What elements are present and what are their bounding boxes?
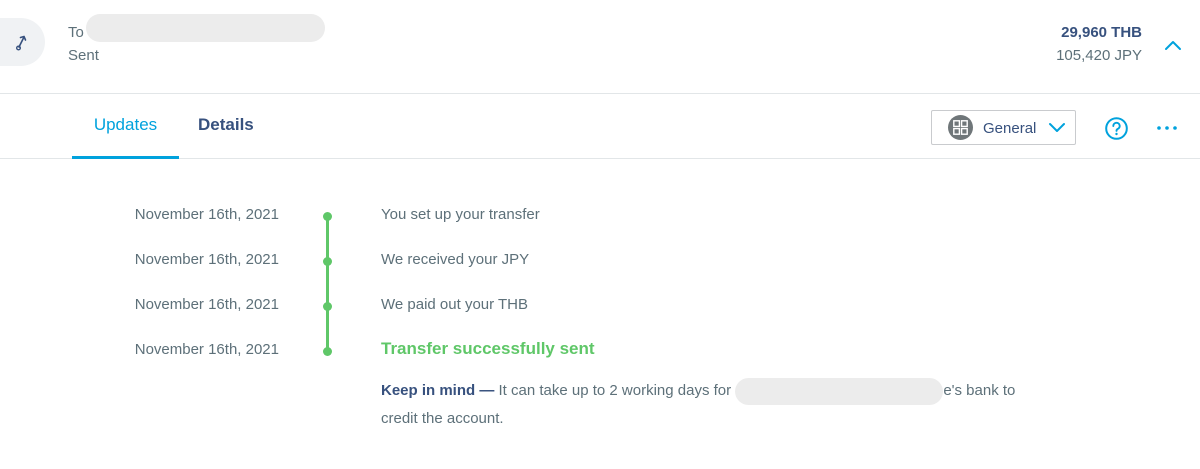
redacted-recipient-name	[86, 14, 325, 42]
note-text: It can take up to 2 working days for	[498, 382, 732, 399]
chevron-up-icon	[1165, 41, 1181, 50]
help-circle-icon	[1105, 117, 1128, 140]
step-text: You set up your transfer	[381, 206, 540, 223]
timeline-step: November 16th, 2021 Transfer successfull…	[0, 339, 1200, 365]
amount-sent: 105,420 JPY	[1056, 47, 1142, 64]
arrow-up-right-icon	[16, 35, 27, 51]
amount-received: 29,960 THB	[1061, 24, 1142, 41]
chevron-down-icon	[1049, 123, 1065, 132]
step-text: We received your JPY	[381, 251, 530, 268]
step-dot	[323, 302, 332, 311]
updates-timeline: November 16th, 2021 You set up your tran…	[0, 159, 1200, 469]
tab-updates[interactable]: Updates	[72, 94, 179, 159]
grid-category-icon	[948, 115, 973, 140]
timeline-track	[326, 216, 329, 353]
step-dot	[323, 212, 332, 221]
recipient-label: To	[68, 24, 84, 41]
transfer-avatar	[0, 18, 45, 66]
note-text-cont: e's bank to	[943, 382, 1016, 399]
category-dropdown[interactable]: General	[931, 110, 1076, 145]
timeline-step: November 16th, 2021 You set up your tran…	[0, 206, 1200, 230]
redacted-recipient-name	[735, 377, 944, 405]
keep-in-mind-note: Keep in mind — It can take up to 2 worki…	[381, 377, 1081, 433]
category-label: General	[983, 120, 1037, 137]
more-horizontal-icon	[1157, 126, 1177, 130]
step-text-success: Transfer successfully sent	[381, 339, 595, 358]
step-date: November 16th, 2021	[134, 251, 279, 268]
step-date: November 16th, 2021	[134, 206, 279, 223]
note-title: Keep in mind —	[381, 382, 495, 399]
timeline-step: November 16th, 2021 We paid out your THB	[0, 296, 1200, 320]
step-text: We paid out your THB	[381, 296, 529, 313]
transfer-status: Sent	[68, 47, 99, 64]
step-dot	[323, 257, 332, 266]
step-date: November 16th, 2021	[134, 296, 279, 313]
step-date: November 16th, 2021	[134, 341, 279, 358]
collapse-button[interactable]	[1161, 36, 1185, 56]
note-text-line2: credit the account.	[381, 410, 504, 427]
timeline-step: November 16th, 2021 We received your JPY	[0, 251, 1200, 275]
transfer-header[interactable]: To Sent 29,960 THB 105,420 JPY	[0, 0, 1200, 94]
help-button[interactable]	[1105, 117, 1128, 140]
tab-details[interactable]: Details	[198, 94, 258, 158]
step-dot	[323, 347, 332, 356]
tab-bar: Updates Details General	[0, 94, 1200, 159]
more-options-button[interactable]	[1156, 117, 1178, 139]
